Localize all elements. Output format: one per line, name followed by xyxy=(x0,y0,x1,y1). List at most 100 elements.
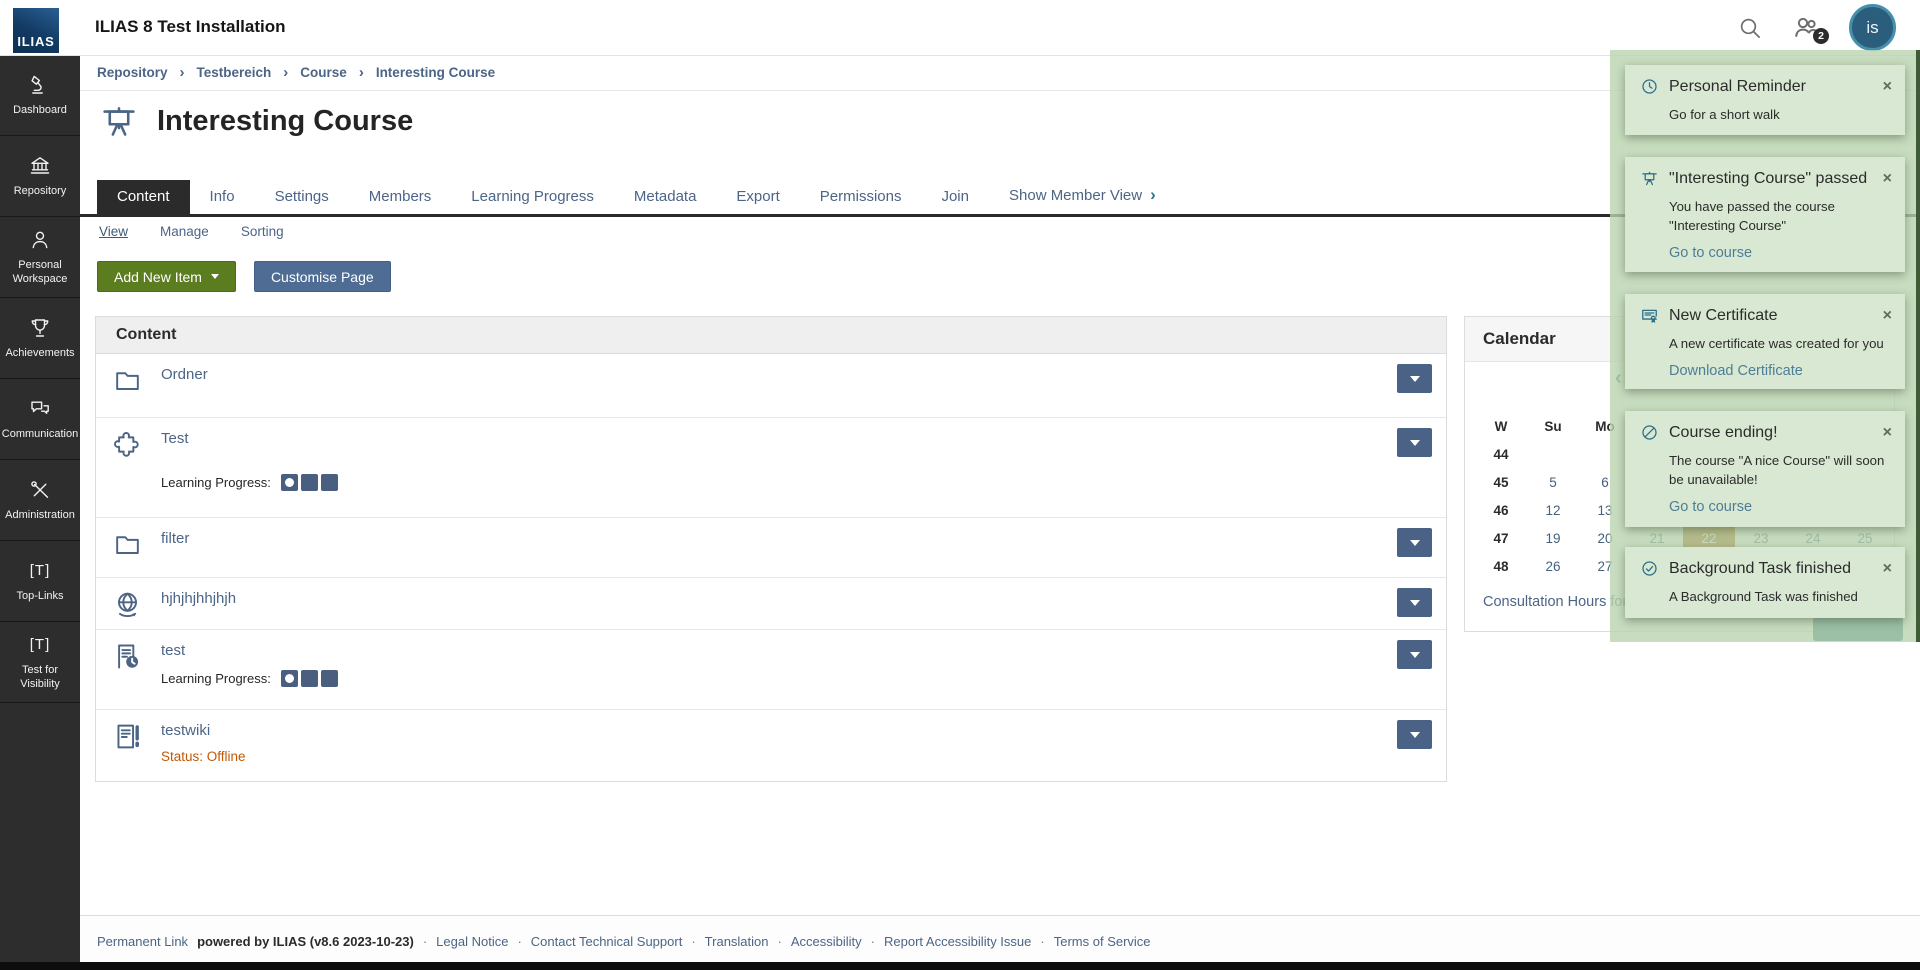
sidebar-item-label: Test for Visibility xyxy=(0,664,80,692)
toast-notification: Course ending! × The course "A nice Course… xyxy=(1625,411,1905,527)
caret-down-icon xyxy=(1410,600,1420,606)
item-link[interactable]: Ordner xyxy=(161,366,208,383)
tab-show-member-view[interactable]: Show Member View › xyxy=(989,177,1176,214)
tab-info[interactable]: Info xyxy=(190,180,255,214)
add-new-item-button[interactable]: Add New Item xyxy=(97,261,236,292)
tab-export[interactable]: Export xyxy=(716,180,799,214)
sidebar-item-test-for-visibility[interactable]: [T]Test for Visibility xyxy=(0,622,80,703)
bank-icon xyxy=(28,154,52,178)
footer-link[interactable]: Legal Notice xyxy=(436,934,508,949)
tab-settings[interactable]: Settings xyxy=(255,180,349,214)
item-actions-dropdown[interactable] xyxy=(1397,528,1432,557)
toast-body: A Background Task was finished xyxy=(1669,587,1892,606)
sidebar-item-label: Achievements xyxy=(2,347,77,361)
user-avatar[interactable]: is xyxy=(1849,4,1896,51)
item-link[interactable]: hjhjhjhhjhjh xyxy=(161,590,236,607)
search-icon[interactable] xyxy=(1737,15,1763,41)
subtab-view[interactable]: View xyxy=(99,224,128,239)
item-link[interactable]: Test xyxy=(161,430,189,447)
calendar-week-number: 47 xyxy=(1475,524,1527,552)
toolbar: Add New Item Customise Page xyxy=(97,261,391,292)
toast-action-link[interactable]: Go to course xyxy=(1669,245,1892,261)
item-link[interactable]: testwiki xyxy=(161,722,210,739)
sidebar-item-top-links[interactable]: [T]Top-Links xyxy=(0,541,80,622)
toast-action-link[interactable]: Download Certificate xyxy=(1669,363,1892,379)
footer-link[interactable]: Report Accessibility Issue xyxy=(884,934,1031,949)
lamp-icon xyxy=(28,73,52,97)
footer-separator: · xyxy=(778,934,782,949)
item-link[interactable]: test xyxy=(161,642,185,659)
footer-separator: · xyxy=(1040,934,1044,949)
calendar-day[interactable]: 5 xyxy=(1527,468,1579,496)
footer: Permanent Linkpowered by ILIAS (v8.6 202… xyxy=(80,915,1920,967)
calendar-day[interactable]: 19 xyxy=(1527,524,1579,552)
close-icon[interactable]: × xyxy=(1883,171,1892,187)
tab-metadata[interactable]: Metadata xyxy=(614,180,717,214)
close-icon[interactable]: × xyxy=(1883,308,1892,324)
breadcrumb-link[interactable]: Interesting Course xyxy=(376,65,495,80)
close-icon[interactable]: × xyxy=(1883,425,1892,441)
breadcrumb-link[interactable]: Testbereich xyxy=(197,65,272,80)
status-badge: Status: Offline xyxy=(161,749,1446,764)
header-actions: 2 is xyxy=(1737,0,1896,55)
list-item: Ordner xyxy=(96,354,1446,418)
close-icon[interactable]: × xyxy=(1883,79,1892,95)
calendar-day[interactable]: 12 xyxy=(1527,496,1579,524)
toast-title: Course ending! xyxy=(1669,424,1873,442)
chevron-right-icon: › xyxy=(1150,185,1156,204)
learning-progress-marker xyxy=(281,670,298,687)
toast-action-link[interactable]: Go to course xyxy=(1669,499,1892,515)
footer-link[interactable]: Terms of Service xyxy=(1054,934,1151,949)
sidebar-item-dashboard[interactable]: Dashboard xyxy=(0,55,80,136)
sidebar-item-achievements[interactable]: Achievements xyxy=(0,298,80,379)
calendar-col-header: W xyxy=(1475,412,1527,440)
caret-down-icon xyxy=(1410,376,1420,382)
calendar-day[interactable]: 26 xyxy=(1527,552,1579,580)
person-icon xyxy=(28,228,52,252)
tab-content[interactable]: Content xyxy=(97,180,190,214)
permanent-link[interactable]: Permanent Link xyxy=(97,934,188,949)
customise-page-button[interactable]: Customise Page xyxy=(254,261,391,292)
caret-down-icon xyxy=(1410,540,1420,546)
sidebar-item-label: Dashboard xyxy=(10,104,70,118)
chat-icon xyxy=(28,397,52,421)
ilias-logo[interactable]: ILIAS xyxy=(13,8,59,53)
item-actions-dropdown[interactable] xyxy=(1397,720,1432,749)
page-title: Interesting Course xyxy=(157,105,413,138)
button-label: Add New Item xyxy=(114,269,202,285)
item-actions-dropdown[interactable] xyxy=(1397,428,1432,457)
file-clock-icon xyxy=(112,641,143,672)
subtab-manage[interactable]: Manage xyxy=(160,224,209,239)
breadcrumb-link[interactable]: Repository xyxy=(97,65,168,80)
item-actions-dropdown[interactable] xyxy=(1397,364,1432,393)
sidebar-item-label: Repository xyxy=(11,185,70,199)
sidebar-item-communication[interactable]: Communication xyxy=(0,379,80,460)
sidebar-item-label: Top-Links xyxy=(13,590,66,604)
toast-body: The course "A nice Course" will soon be … xyxy=(1669,451,1892,489)
item-link[interactable]: filter xyxy=(161,530,189,547)
course-icon xyxy=(1640,169,1659,188)
users-online-icon[interactable]: 2 xyxy=(1791,13,1821,43)
member-view-label: Show Member View xyxy=(1009,187,1142,204)
footer-link[interactable]: Accessibility xyxy=(791,934,862,949)
tab-learning-progress[interactable]: Learning Progress xyxy=(451,180,614,214)
list-item: hjhjhjhhjhjh xyxy=(96,578,1446,630)
sidebar-item-repository[interactable]: Repository xyxy=(0,136,80,217)
tab-permissions[interactable]: Permissions xyxy=(800,180,922,214)
item-actions-dropdown[interactable] xyxy=(1397,588,1432,617)
item-actions-dropdown[interactable] xyxy=(1397,640,1432,669)
footer-link[interactable]: Contact Technical Support xyxy=(531,934,683,949)
breadcrumb-link[interactable]: Course xyxy=(300,65,347,80)
tab-members[interactable]: Members xyxy=(349,180,452,214)
subtab-sorting[interactable]: Sorting xyxy=(241,224,284,239)
list-item: testLearning Progress: xyxy=(96,630,1446,710)
footer-link[interactable]: Translation xyxy=(705,934,769,949)
sidebar-item-administration[interactable]: Administration xyxy=(0,460,80,541)
folder-icon xyxy=(112,529,143,560)
consultation-hours-link[interactable]: Consultation Hours for xyxy=(1483,594,1627,610)
list-item: filter xyxy=(96,518,1446,578)
toast-notification: "Interesting Course" passed×You have pas… xyxy=(1625,157,1905,272)
tab-join[interactable]: Join xyxy=(921,180,989,214)
sidebar-item-personal-workspace[interactable]: Personal Workspace xyxy=(0,217,80,298)
close-icon[interactable]: × xyxy=(1883,561,1892,577)
